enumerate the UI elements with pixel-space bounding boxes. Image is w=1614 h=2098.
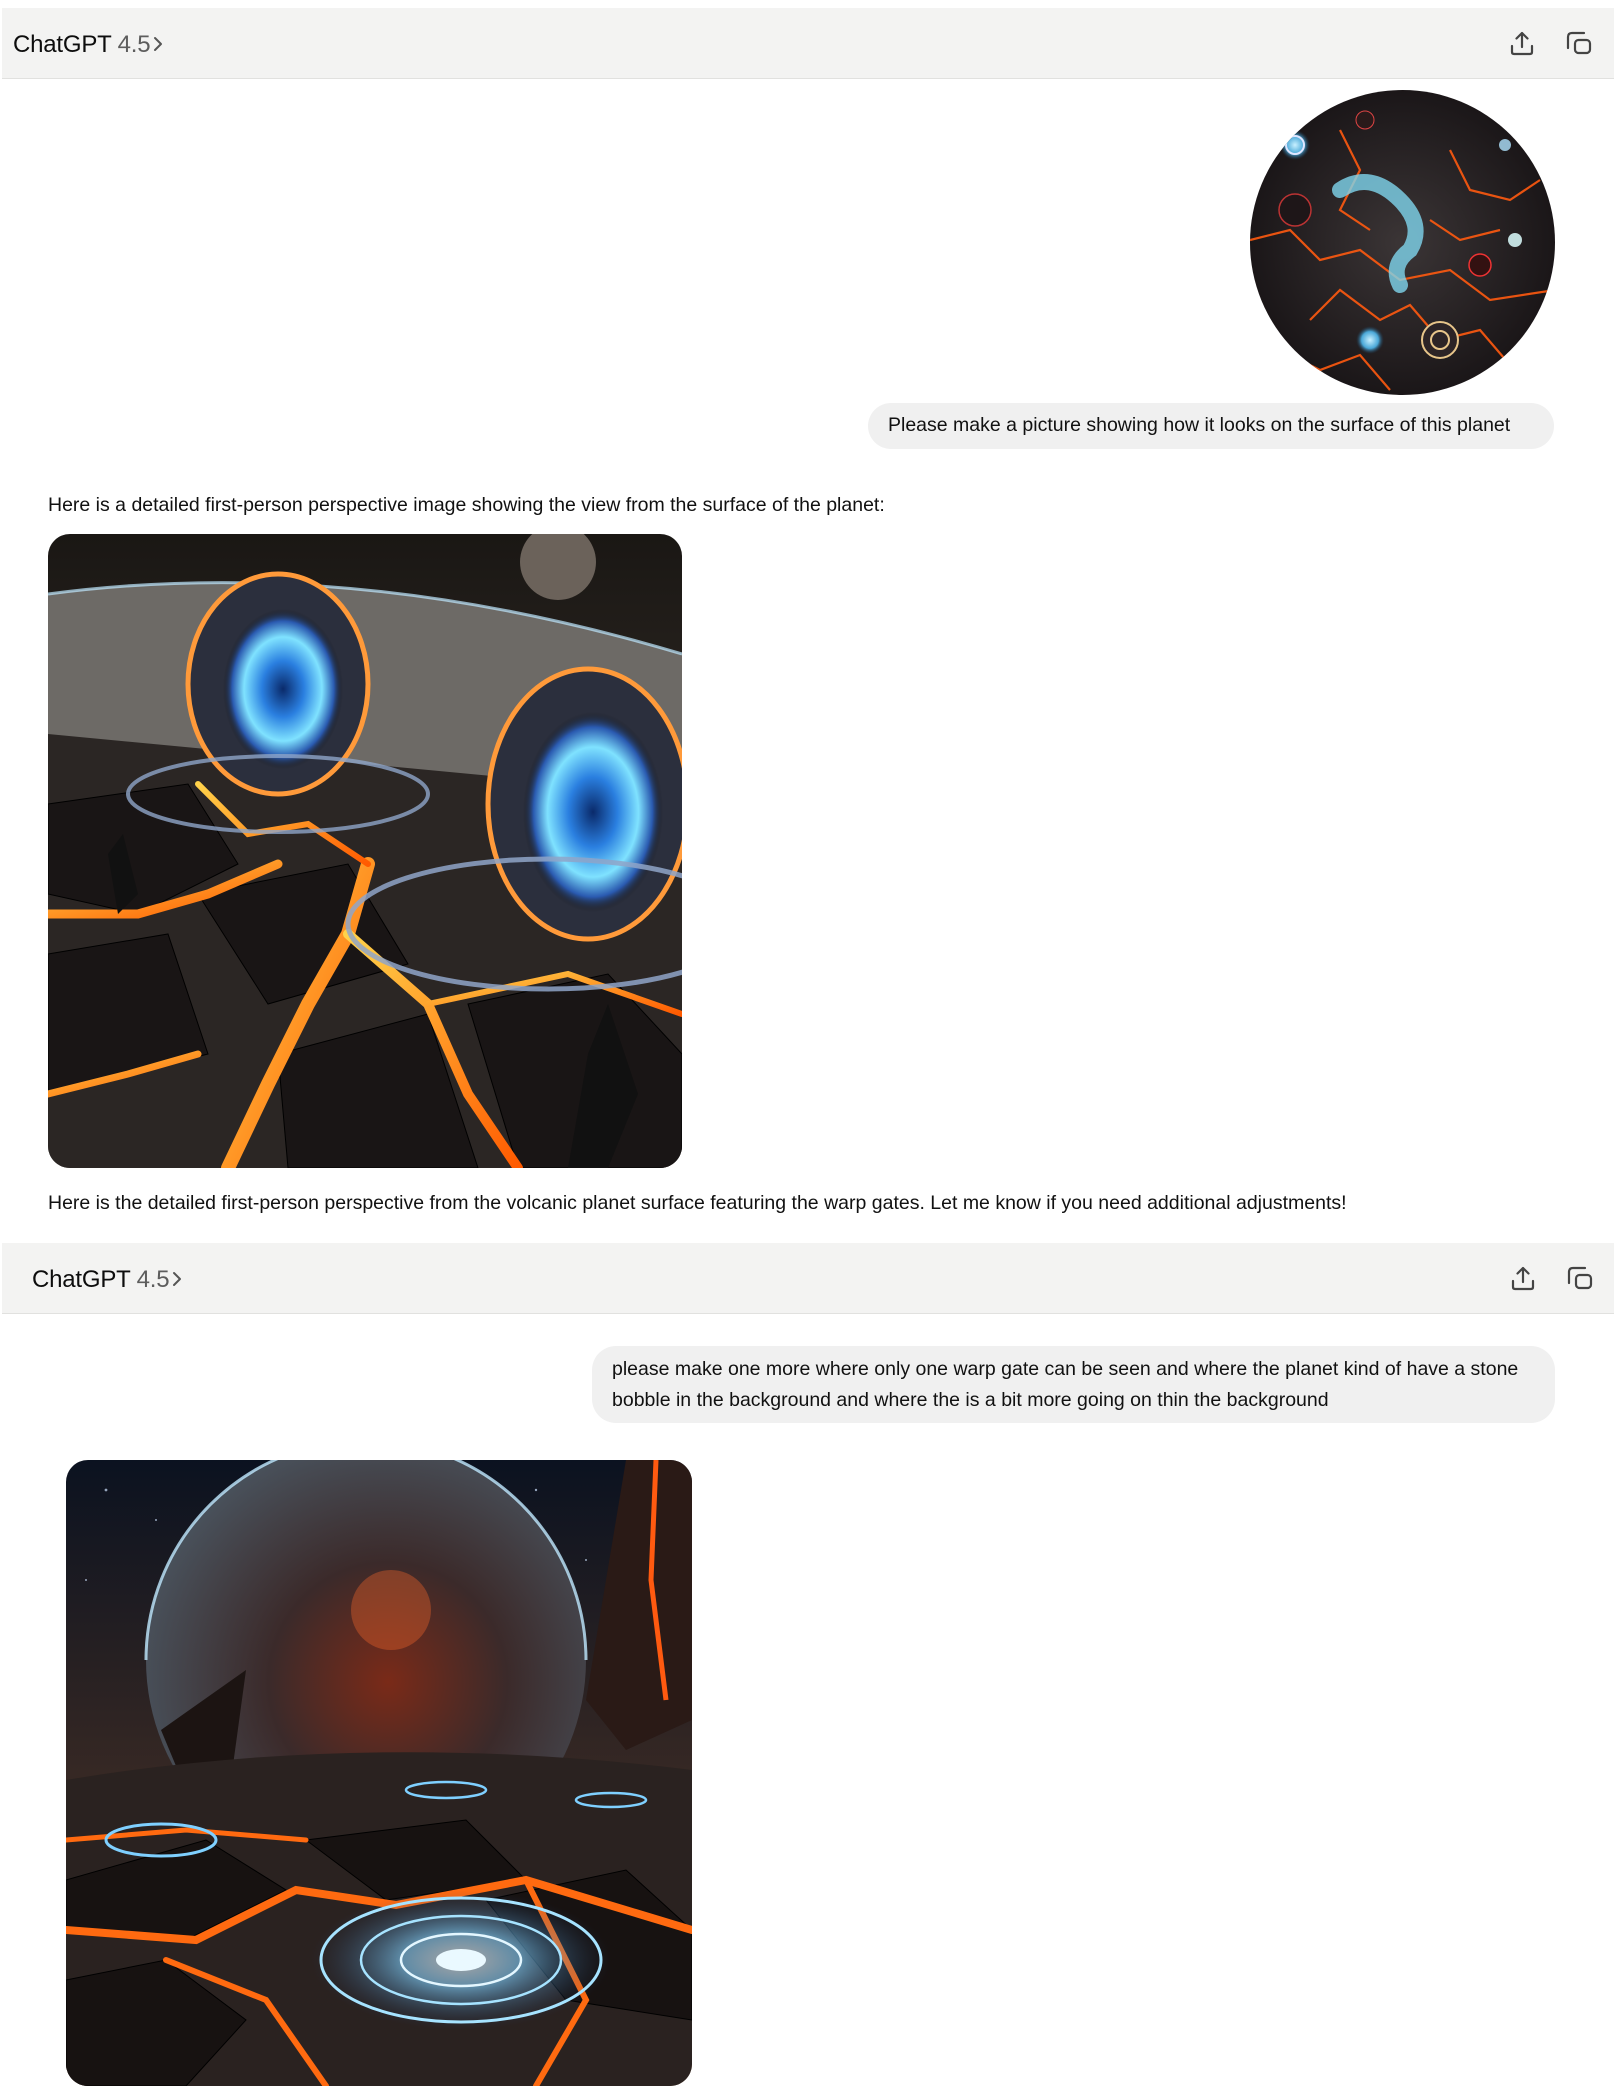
- chevron-right-icon: [152, 35, 164, 53]
- share-button[interactable]: [1504, 25, 1540, 61]
- generated-image[interactable]: [66, 1460, 692, 2086]
- user-message-text: Please make a picture showing how it loo…: [888, 414, 1511, 436]
- uploaded-planet-image[interactable]: [1250, 90, 1555, 395]
- app-name: ChatGPT: [13, 31, 112, 58]
- share-upload-icon: [1509, 1264, 1537, 1292]
- model-selector[interactable]: ChatGPT 4.5: [32, 1266, 183, 1294]
- new-window-icon: [1564, 28, 1594, 58]
- user-message-text: please make one more where only one warp…: [612, 1358, 1519, 1411]
- assistant-message-text: Here is a detailed first-person perspect…: [48, 494, 885, 516]
- user-message-bubble: Please make a picture showing how it loo…: [868, 403, 1554, 449]
- share-button[interactable]: [1505, 1260, 1541, 1296]
- share-upload-icon: [1508, 29, 1536, 57]
- new-window-button[interactable]: [1562, 1260, 1598, 1296]
- model-selector[interactable]: ChatGPT 4.5: [13, 31, 164, 59]
- model-version: 4.5: [117, 31, 151, 58]
- user-message-bubble: please make one more where only one warp…: [592, 1346, 1555, 1423]
- model-version: 4.5: [136, 1266, 170, 1293]
- app-name: ChatGPT: [32, 1266, 131, 1293]
- new-window-button[interactable]: [1561, 25, 1597, 61]
- chevron-right-icon: [171, 1270, 183, 1288]
- assistant-message-text: Here is the detailed first-person perspe…: [48, 1192, 1347, 1214]
- chat-header: ChatGPT 4.5: [2, 1243, 1614, 1314]
- chat-header: ChatGPT 4.5: [2, 8, 1614, 79]
- generated-image[interactable]: [48, 534, 682, 1168]
- new-window-icon: [1565, 1263, 1595, 1293]
